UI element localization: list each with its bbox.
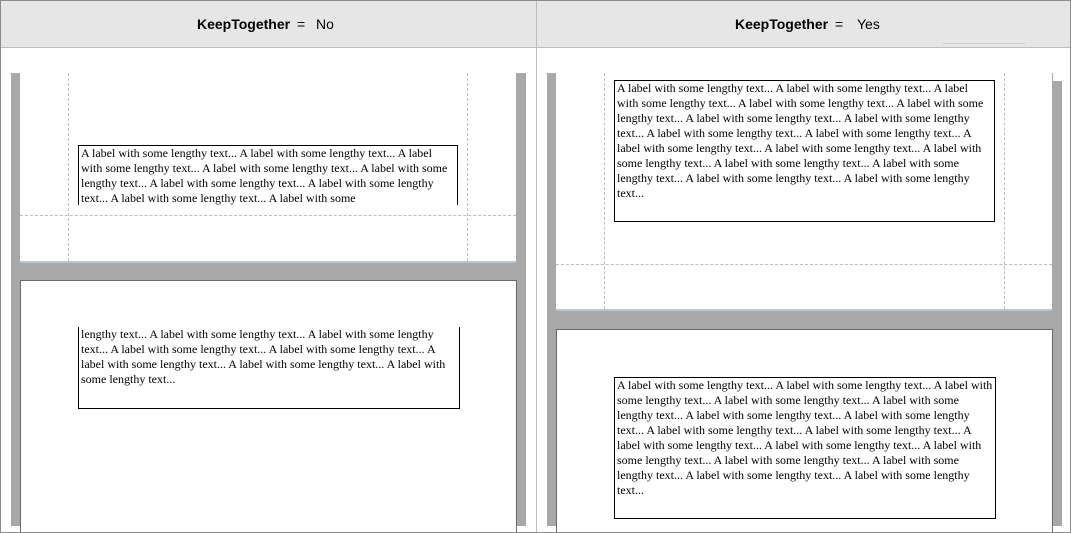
left-margin-guide bbox=[68, 73, 69, 261]
split-label-top-part: A label with some lengthy text... A labe… bbox=[78, 145, 458, 205]
left-header-property: KeepTogether bbox=[197, 16, 291, 32]
label-text: lengthy text... A label with some length… bbox=[81, 327, 446, 386]
bottom-margin-guide bbox=[20, 215, 516, 216]
label-text: A label with some lengthy text... A labe… bbox=[617, 378, 993, 497]
left-margin-guide bbox=[604, 73, 605, 309]
left-bottom-page: lengthy text... A label with some length… bbox=[20, 280, 517, 532]
right-bottom-page: A label with some lengthy text... A labe… bbox=[556, 329, 1053, 532]
kept-together-label: A label with some lengthy text... A labe… bbox=[614, 377, 996, 519]
header-underline bbox=[943, 43, 1025, 44]
right-margin-guide bbox=[1004, 73, 1005, 309]
right-panel-header: KeepTogether = Yes bbox=[537, 1, 1070, 48]
label-text: A label with some lengthy text... A labe… bbox=[617, 81, 984, 200]
right-header-value: Yes bbox=[857, 16, 880, 32]
left-panel-header: KeepTogether = No bbox=[1, 1, 536, 48]
panel-divider bbox=[536, 1, 537, 532]
left-header-equals: = bbox=[297, 16, 306, 32]
gutter-corner bbox=[1053, 73, 1063, 81]
left-top-page: A label with some lengthy text... A labe… bbox=[20, 73, 516, 263]
bottom-margin-guide bbox=[556, 264, 1052, 265]
split-label-bottom-part: lengthy text... A label with some length… bbox=[78, 327, 460, 409]
moved-label-top-page: A label with some lengthy text... A labe… bbox=[614, 80, 995, 222]
left-header-value: No bbox=[316, 16, 334, 32]
right-header-equals: = bbox=[835, 16, 844, 32]
right-margin-guide bbox=[467, 73, 468, 261]
right-header-property: KeepTogether bbox=[735, 16, 829, 32]
label-text: A label with some lengthy text... A labe… bbox=[81, 146, 448, 205]
comparison-frame: KeepTogether = No KeepTogether = Yes A l… bbox=[0, 0, 1071, 533]
